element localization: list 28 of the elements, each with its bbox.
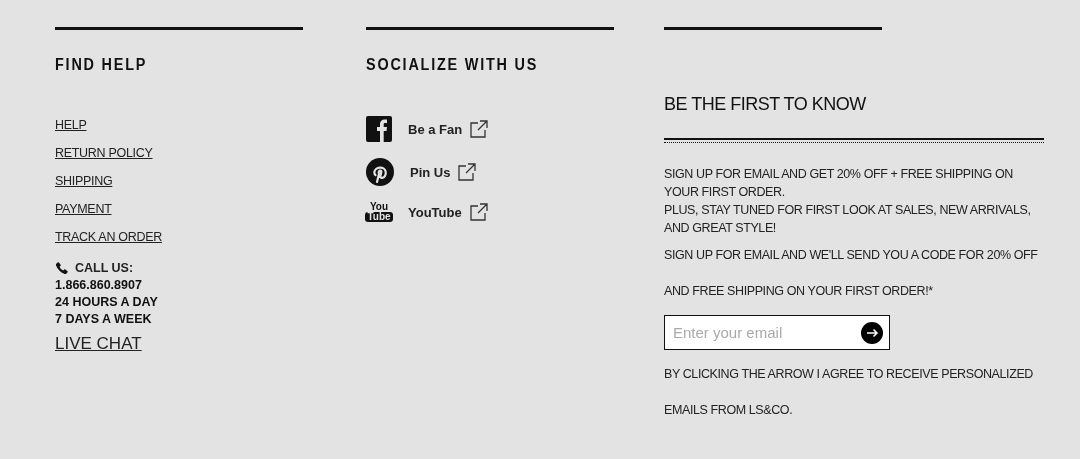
social-link[interactable]: YouTube bbox=[408, 204, 462, 220]
footer-link[interactable]: PAYMENT bbox=[55, 202, 112, 216]
external-link-icon bbox=[469, 203, 488, 221]
promo-text: PLUS, STAY TUNED FOR FIRST LOOK AT SALES, NEW ARRIVALS, AND GREAT STYLE! bbox=[664, 202, 1032, 237]
promo-text: SIGN UP FOR EMAIL AND GET 20% OFF + FREE SHIPPING ON YOUR FIRST ORDER. bbox=[664, 166, 1014, 201]
section-heading: FIND HELP bbox=[55, 56, 149, 74]
section-heading: SOCIALIZE WITH US bbox=[366, 56, 540, 74]
facebook-icon[interactable] bbox=[366, 116, 392, 142]
days-text: 7 DAYS A WEEK bbox=[55, 312, 153, 326]
email-field[interactable]: Enter your email bbox=[664, 315, 890, 350]
arrow-submit-icon[interactable] bbox=[861, 321, 883, 344]
footer-link[interactable]: RETURN POLICY bbox=[55, 146, 153, 160]
offer-text: SIGN UP FOR EMAIL AND WE'LL SEND YOU A CODE FOR 20% OFF AND FREE SHIPPING ON YOUR FIRST ORDER!* bbox=[664, 247, 1039, 300]
external-link-icon bbox=[458, 163, 477, 181]
footer-link[interactable]: SHIPPING bbox=[55, 174, 113, 188]
call-us-label: CALL US: bbox=[75, 261, 134, 275]
social-link[interactable]: Be a Fan bbox=[408, 121, 463, 137]
consent-text: BY CLICKING THE ARROW I AGREE TO RECEIVE PERSONALIZED EMAILS FROM LS&CO. bbox=[664, 366, 1034, 419]
hours-text: 24 HOURS A DAY bbox=[55, 295, 159, 309]
section-heading: BE THE FIRST TO KNOW bbox=[664, 94, 867, 115]
external-link-icon bbox=[470, 120, 489, 138]
social-link[interactable]: Pin Us bbox=[410, 164, 451, 180]
footer-link[interactable]: HELP bbox=[55, 118, 87, 132]
pinterest-icon[interactable] bbox=[366, 158, 394, 186]
footer-link[interactable]: TRACK AN ORDER bbox=[55, 230, 162, 244]
live-chat-link[interactable]: LIVE CHAT bbox=[55, 334, 142, 354]
phone-number: 1.866.860.8907 bbox=[55, 278, 143, 292]
phone-icon bbox=[55, 261, 69, 275]
